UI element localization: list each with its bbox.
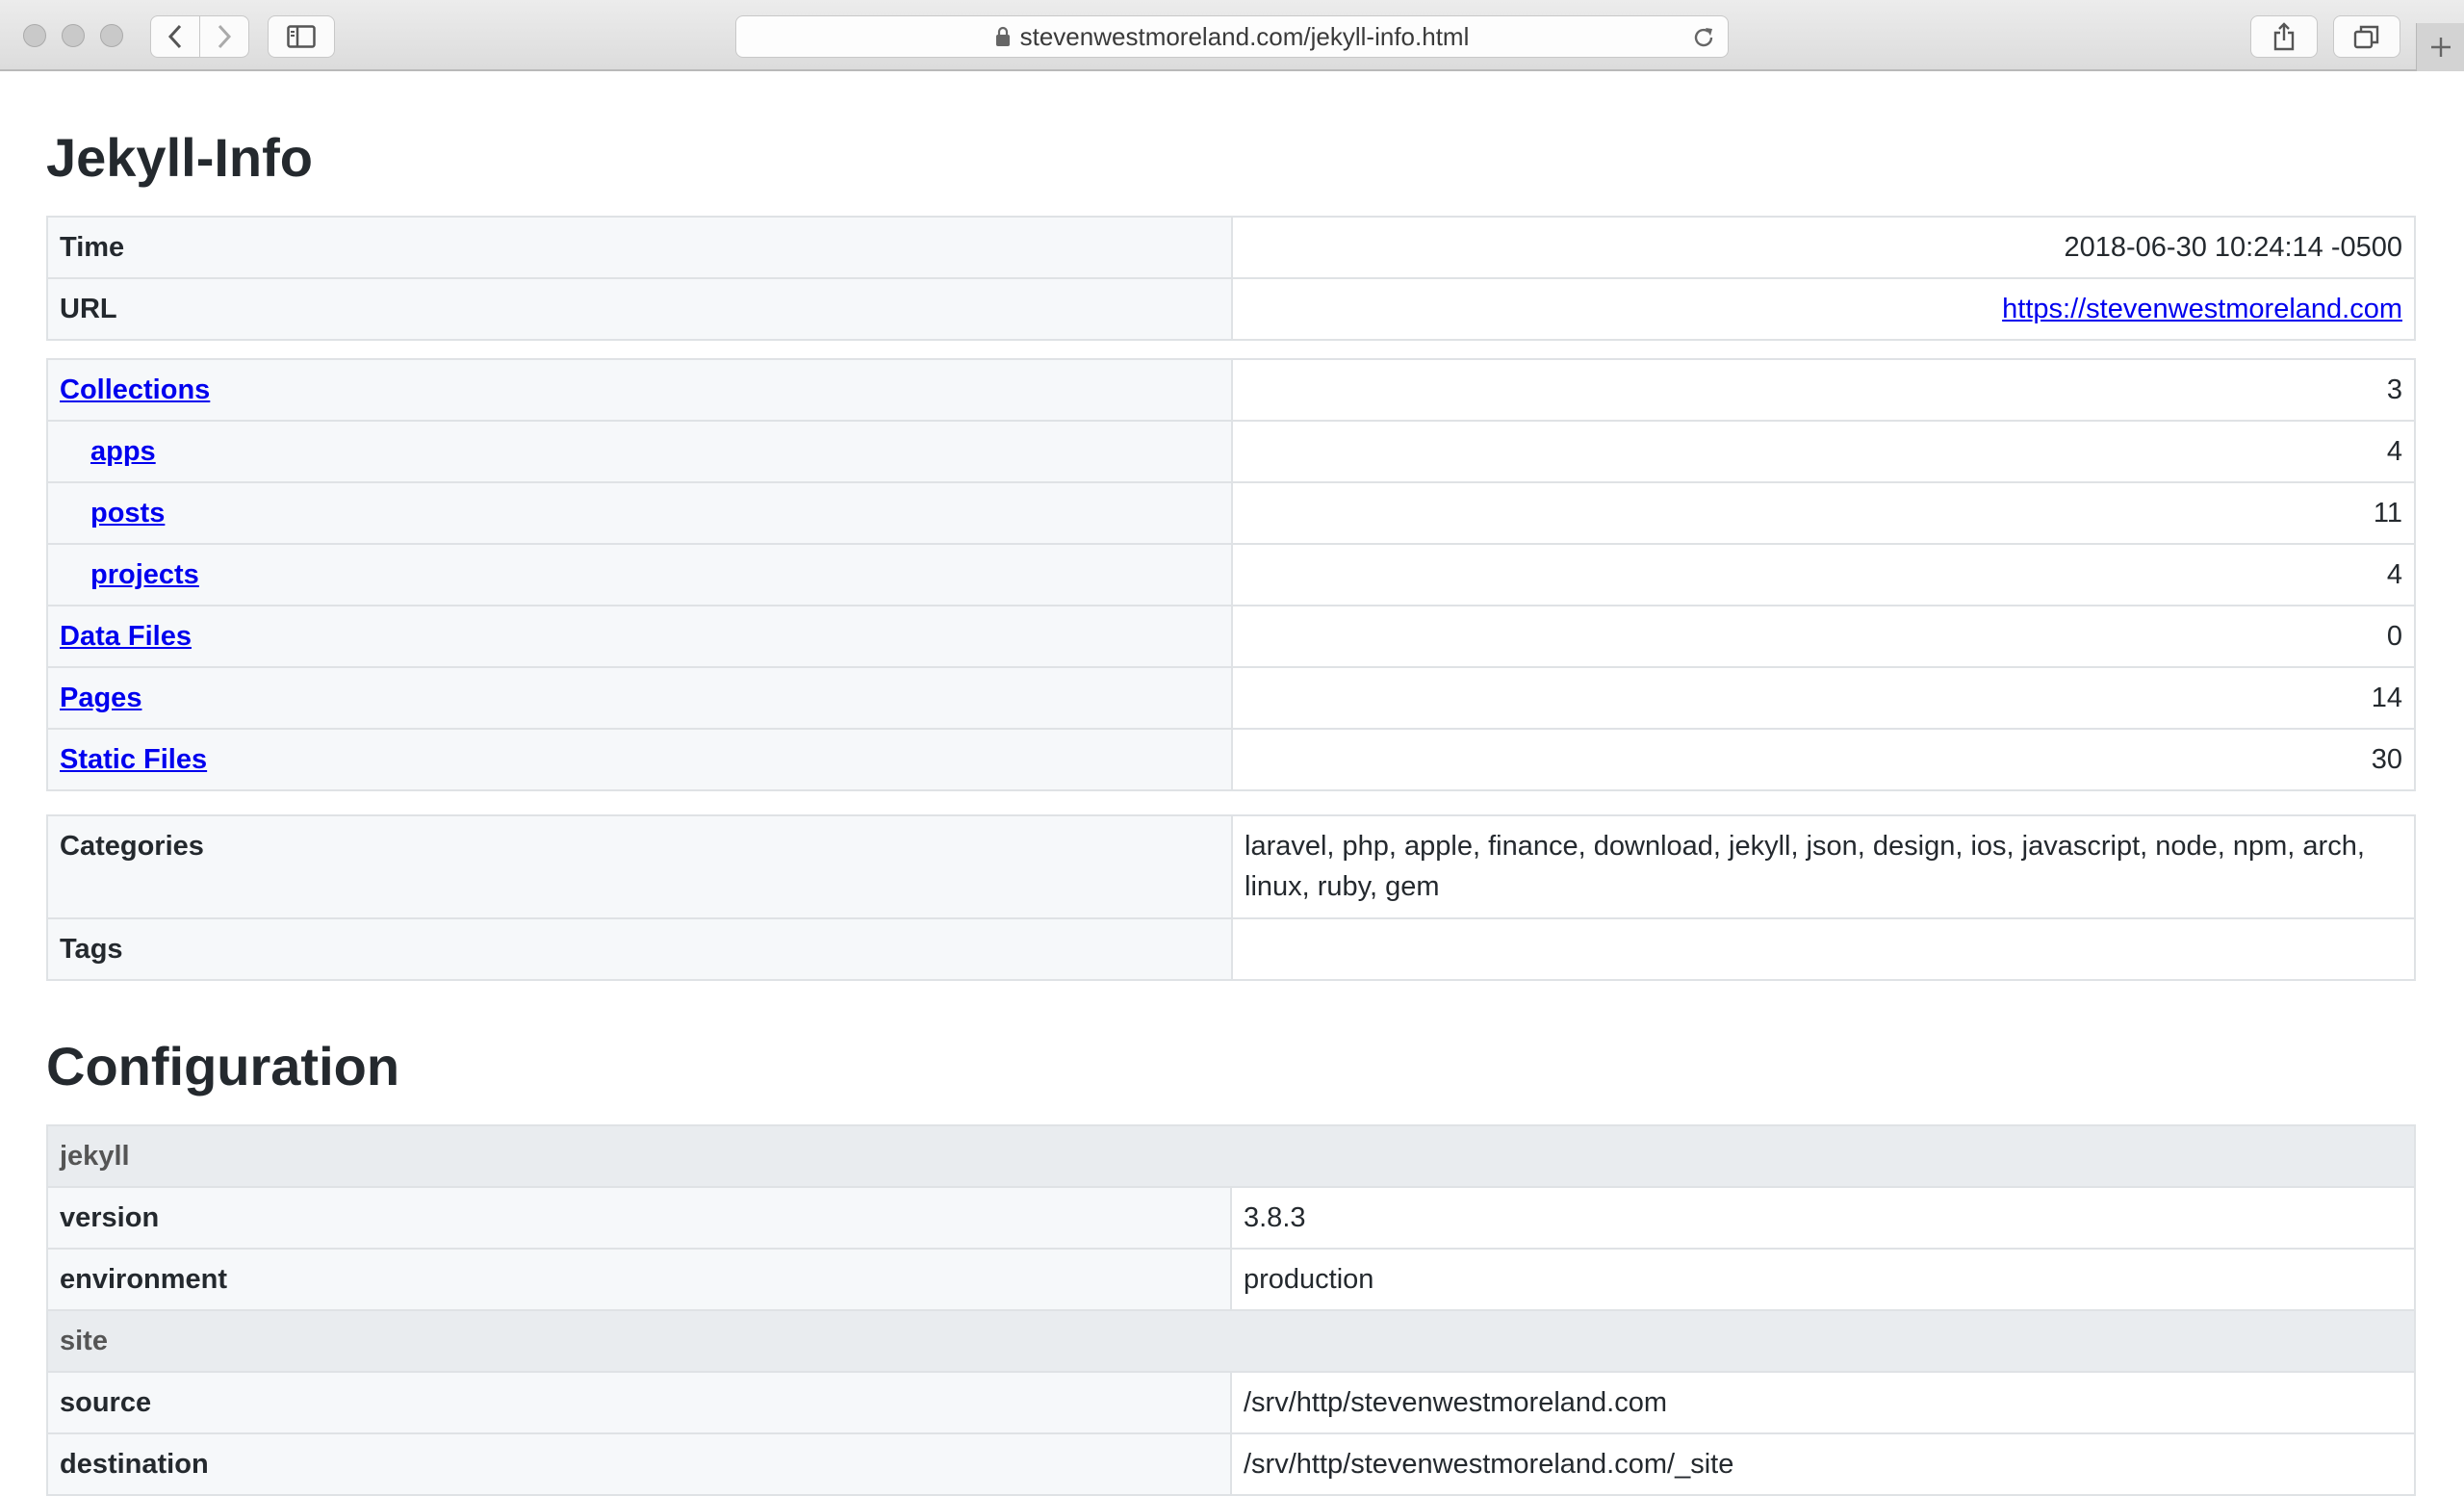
tags-label: Tags [46, 917, 1233, 981]
table-row: destination /srv/http/stevenwestmoreland… [46, 1432, 2416, 1496]
source-label: source [46, 1371, 1232, 1434]
reload-icon[interactable] [1691, 25, 1716, 50]
tags-value [1231, 917, 2416, 981]
posts-count: 11 [1231, 481, 2416, 545]
counts-table: Collections 3 apps 4 posts 11 projects 4… [46, 358, 2416, 791]
environment-value: production [1230, 1248, 2416, 1311]
page-title: Jekyll-Info [46, 127, 313, 188]
time-value: 2018-06-30 10:24:14 -0500 [1231, 216, 2416, 279]
version-label: version [46, 1186, 1232, 1250]
table-row: Time 2018-06-30 10:24:14 -0500 [46, 216, 2416, 279]
collections-link[interactable]: Collections [60, 374, 210, 405]
address-bar[interactable]: stevenwestmoreland.com/jekyll-info.html [735, 15, 1729, 58]
table-row: jekyll [46, 1124, 2416, 1188]
destination-label: destination [46, 1432, 1232, 1496]
table-row: site [46, 1309, 2416, 1373]
collections-count: 3 [1231, 358, 2416, 422]
table-row: Data Files 0 [46, 605, 2416, 668]
tab-overview-button[interactable] [2333, 15, 2400, 58]
configuration-heading: Configuration [46, 1036, 400, 1096]
share-icon [2273, 22, 2295, 51]
tabs-icon [2353, 25, 2379, 49]
lock-icon [995, 26, 1010, 46]
projects-link[interactable]: projects [90, 559, 199, 590]
static-files-count: 30 [1231, 728, 2416, 791]
data-files-link[interactable]: Data Files [60, 621, 192, 652]
table-row: version 3.8.3 [46, 1186, 2416, 1250]
table-row: projects 4 [46, 543, 2416, 606]
table-row: apps 4 [46, 420, 2416, 483]
pages-count: 14 [1231, 666, 2416, 730]
info-table: Time 2018-06-30 10:24:14 -0500 URL https… [46, 216, 2416, 341]
static-files-link[interactable]: Static Files [60, 744, 207, 775]
data-files-count: 0 [1231, 605, 2416, 668]
minimize-window-button[interactable] [62, 24, 85, 47]
table-row: Categories laravel, php, apple, finance,… [46, 814, 2416, 919]
version-value: 3.8.3 [1230, 1186, 2416, 1250]
taxonomy-table: Categories laravel, php, apple, finance,… [46, 814, 2416, 981]
jekyll-section-header: jekyll [46, 1124, 2416, 1188]
address-url: stevenwestmoreland.com/jekyll-info.html [1019, 21, 1470, 51]
new-tab-button[interactable] [2416, 23, 2464, 71]
sidebar-toggle-button[interactable] [268, 15, 335, 58]
chevron-left-icon [167, 24, 182, 49]
projects-count: 4 [1231, 543, 2416, 606]
plus-icon [2430, 38, 2451, 57]
table-row: environment production [46, 1248, 2416, 1311]
posts-link[interactable]: posts [90, 498, 165, 529]
zoom-window-button[interactable] [100, 24, 123, 47]
apps-count: 4 [1231, 420, 2416, 483]
table-row: posts 11 [46, 481, 2416, 545]
environment-label: environment [46, 1248, 1232, 1311]
table-row: Static Files 30 [46, 728, 2416, 791]
table-row: source /srv/http/stevenwestmoreland.com [46, 1371, 2416, 1434]
time-label: Time [46, 216, 1233, 279]
destination-value: /srv/http/stevenwestmoreland.com/_site [1230, 1432, 2416, 1496]
apps-link[interactable]: apps [90, 436, 156, 467]
configuration-table: jekyll version 3.8.3 environment product… [46, 1124, 2416, 1496]
site-url-link[interactable]: https://stevenwestmoreland.com [2002, 294, 2402, 324]
browser-toolbar: stevenwestmoreland.com/jekyll-info.html [0, 0, 2464, 71]
chevron-right-icon [218, 24, 232, 49]
pages-link[interactable]: Pages [60, 683, 141, 713]
sidebar-icon [287, 25, 316, 48]
site-section-header: site [46, 1309, 2416, 1373]
source-value: /srv/http/stevenwestmoreland.com [1230, 1371, 2416, 1434]
table-row: Pages 14 [46, 666, 2416, 730]
close-window-button[interactable] [23, 24, 46, 47]
url-label: URL [46, 277, 1233, 341]
forward-button[interactable] [199, 15, 249, 58]
table-row: Collections 3 [46, 358, 2416, 422]
categories-label: Categories [46, 814, 1233, 919]
share-button[interactable] [2250, 15, 2318, 58]
categories-value: laravel, php, apple, finance, download, … [1231, 814, 2416, 919]
table-row: Tags [46, 917, 2416, 981]
table-row: URL https://stevenwestmoreland.com [46, 277, 2416, 341]
back-button[interactable] [150, 15, 200, 58]
